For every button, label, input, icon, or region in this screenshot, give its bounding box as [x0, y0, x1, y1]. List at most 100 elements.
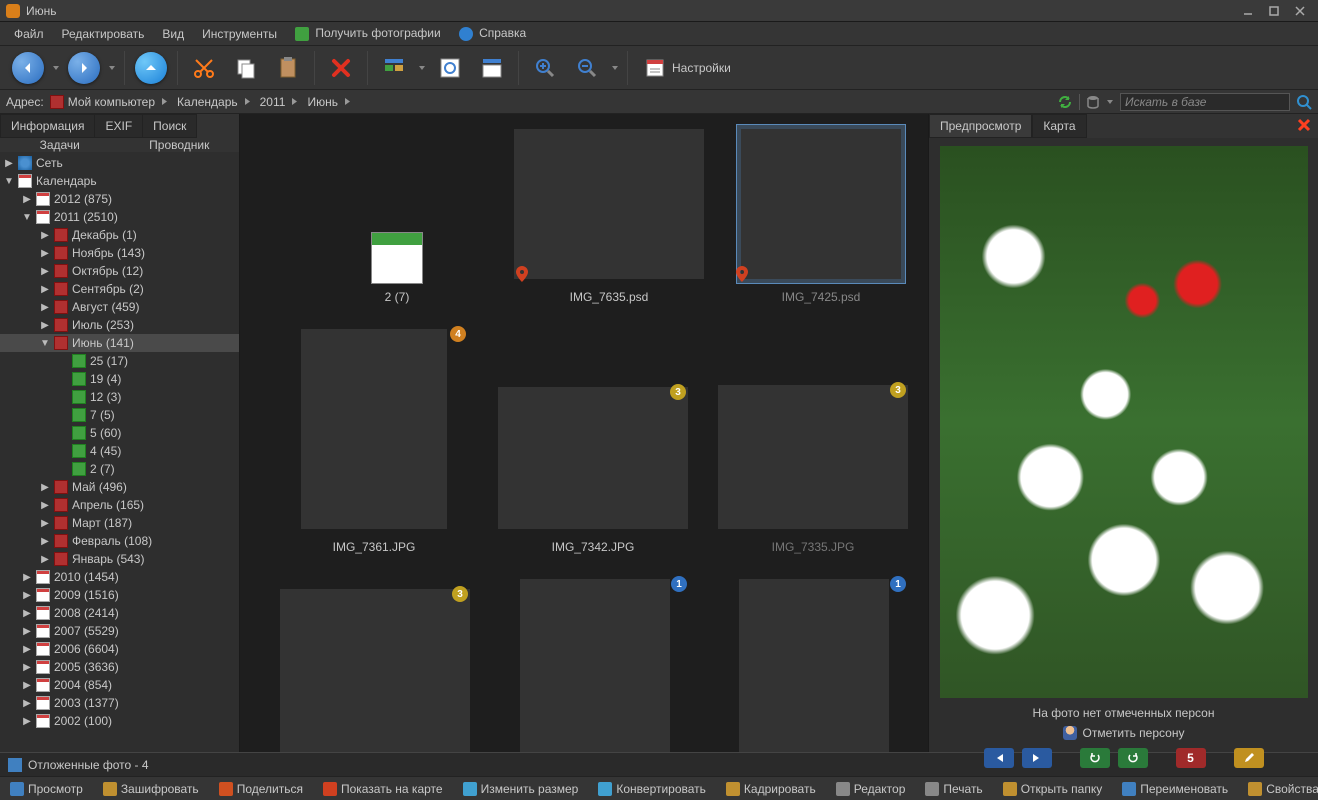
tree-node[interactable]: ▼2011 (2510) [0, 208, 239, 226]
tree-node[interactable]: ▶Ноябрь (143) [0, 244, 239, 262]
breadcrumb[interactable]: 2011 [256, 95, 304, 109]
prev-first-button[interactable] [984, 748, 1014, 768]
rating-button[interactable]: 5 [1176, 748, 1206, 768]
refresh-icon[interactable] [1057, 94, 1073, 110]
tree-node[interactable]: ▶Май (496) [0, 478, 239, 496]
thumbnail-area[interactable]: 2 (7) IMG_7635.psdIMG_7425.psd IMG_7361.JP… [240, 114, 928, 752]
tree-node[interactable]: 7 (5) [0, 406, 239, 424]
paste-button[interactable] [268, 48, 308, 88]
bottom-button[interactable]: Показать на карте [317, 780, 449, 798]
tree-node[interactable]: 25 (17) [0, 352, 239, 370]
nav-forward-button[interactable] [64, 48, 104, 88]
tree-node[interactable]: ▶2004 (854) [0, 676, 239, 694]
tab-exif[interactable]: EXIF [94, 114, 143, 138]
preview-image[interactable] [940, 146, 1308, 698]
delete-button[interactable] [321, 48, 361, 88]
zoom-out-button[interactable] [567, 48, 607, 88]
bottom-button[interactable]: Изменить размер [457, 780, 585, 798]
tab-map[interactable]: Карта [1032, 114, 1086, 138]
thumbnail[interactable]: IMG_7342.JPG3 [498, 382, 688, 554]
thumbnail[interactable]: IMG_7635.psd [514, 124, 704, 304]
bottom-button[interactable]: Кадрировать [720, 780, 822, 798]
tree-node[interactable]: ▶Февраль (108) [0, 532, 239, 550]
database-icon[interactable] [1086, 95, 1100, 109]
database-dropdown[interactable] [1106, 98, 1114, 106]
settings-button[interactable]: Настройки [634, 48, 741, 88]
tag-person-button[interactable]: Отметить персону [1063, 726, 1185, 740]
minimize-button[interactable] [1236, 3, 1260, 19]
tree-node[interactable]: ▶2003 (1377) [0, 694, 239, 712]
menu-tools[interactable]: Инструменты [194, 24, 285, 44]
tree-node[interactable]: ▶2009 (1516) [0, 586, 239, 604]
tree-node[interactable]: ▼Календарь [0, 172, 239, 190]
tree-node[interactable]: ▶2005 (3636) [0, 658, 239, 676]
close-panel-button[interactable] [1296, 117, 1312, 136]
tree-node[interactable]: ▶Июль (253) [0, 316, 239, 334]
tree-node[interactable]: 4 (45) [0, 442, 239, 460]
menu-help[interactable]: Справка [451, 23, 534, 44]
tree-node[interactable]: ▶Апрель (165) [0, 496, 239, 514]
tab-info[interactable]: Информация [0, 114, 95, 138]
tree-node[interactable]: 2 (7) [0, 460, 239, 478]
tab-tasks[interactable]: Задачи [0, 138, 120, 152]
zoom-in-button[interactable] [525, 48, 565, 88]
bottom-button[interactable]: Поделиться [213, 780, 309, 798]
zoom-dropdown[interactable] [609, 52, 621, 84]
tree-node[interactable]: ▶Август (459) [0, 298, 239, 316]
view-panels-button[interactable] [472, 48, 512, 88]
view-dropdown[interactable] [416, 52, 428, 84]
menu-file[interactable]: Файл [6, 24, 52, 44]
view-thumbs-button[interactable] [374, 48, 414, 88]
breadcrumb[interactable]: Июнь [303, 95, 356, 109]
breadcrumb[interactable]: Календарь [173, 95, 256, 109]
tab-preview[interactable]: Предпросмотр [929, 114, 1032, 138]
tree-node[interactable]: ▶Сентябрь (2) [0, 280, 239, 298]
folder-tree[interactable]: ▶Сеть▼Календарь▶2012 (875)▼2011 (2510)▶Д… [0, 152, 239, 752]
tree-node[interactable]: 5 (60) [0, 424, 239, 442]
menu-edit[interactable]: Редактировать [54, 24, 153, 44]
tree-node[interactable]: ▶2012 (875) [0, 190, 239, 208]
thumbnail[interactable]: IMG_7337.JPG3 [280, 584, 470, 752]
edit-button[interactable] [1234, 748, 1264, 768]
tree-node[interactable]: ▶Март (187) [0, 514, 239, 532]
tree-node[interactable]: ▶2008 (2414) [0, 604, 239, 622]
tree-node[interactable]: ▶2007 (5529) [0, 622, 239, 640]
bottom-button[interactable]: Конвертировать [592, 780, 712, 798]
close-button[interactable] [1288, 3, 1312, 19]
tree-node[interactable]: ▼Июнь (141) [0, 334, 239, 352]
breadcrumb[interactable]: Мой компьютер [64, 95, 173, 109]
tree-node[interactable]: ▶2002 (100) [0, 712, 239, 730]
bottom-button[interactable]: Просмотр [4, 780, 89, 798]
bottom-button[interactable]: Зашифровать [97, 780, 205, 798]
search-go-icon[interactable] [1296, 94, 1312, 110]
nav-back-button[interactable] [8, 48, 48, 88]
thumbnail[interactable]: IMG_7361.JPG4 [280, 324, 468, 554]
tree-node[interactable]: ▶2006 (6604) [0, 640, 239, 658]
search-input[interactable]: Искать в базе [1120, 93, 1290, 111]
rotate-right-button[interactable] [1118, 748, 1148, 768]
menu-import[interactable]: Получить фотографии [287, 23, 449, 44]
thumbnail[interactable]: img_4117.psd1 [719, 574, 908, 752]
tree-node[interactable]: ▶Январь (543) [0, 550, 239, 568]
bottom-button[interactable]: Переименовать [1116, 780, 1234, 798]
thumbnail[interactable]: IMG_7425.psd [734, 124, 908, 304]
thumbnail[interactable]: img_7979.jpg1 [500, 574, 689, 752]
tree-node[interactable]: ▶Декабрь (1) [0, 226, 239, 244]
tree-node[interactable]: ▶2010 (1454) [0, 568, 239, 586]
copy-button[interactable] [226, 48, 266, 88]
tree-node[interactable]: ▶Октябрь (12) [0, 262, 239, 280]
prev-last-button[interactable] [1022, 748, 1052, 768]
bottom-button[interactable]: Свойства [1242, 780, 1318, 798]
bottom-button[interactable]: Печать [919, 780, 988, 798]
menu-view[interactable]: Вид [154, 24, 192, 44]
cut-button[interactable] [184, 48, 224, 88]
view-preview-button[interactable] [430, 48, 470, 88]
tree-node[interactable]: ▶Сеть [0, 154, 239, 172]
tab-search[interactable]: Поиск [142, 114, 197, 138]
nav-up-button[interactable] [131, 48, 171, 88]
thumbnail[interactable]: 2 (7) [310, 232, 484, 304]
nav-back-dropdown[interactable] [50, 52, 62, 84]
bottom-button[interactable]: Редактор [830, 780, 912, 798]
tree-node[interactable]: 12 (3) [0, 388, 239, 406]
nav-forward-dropdown[interactable] [106, 52, 118, 84]
